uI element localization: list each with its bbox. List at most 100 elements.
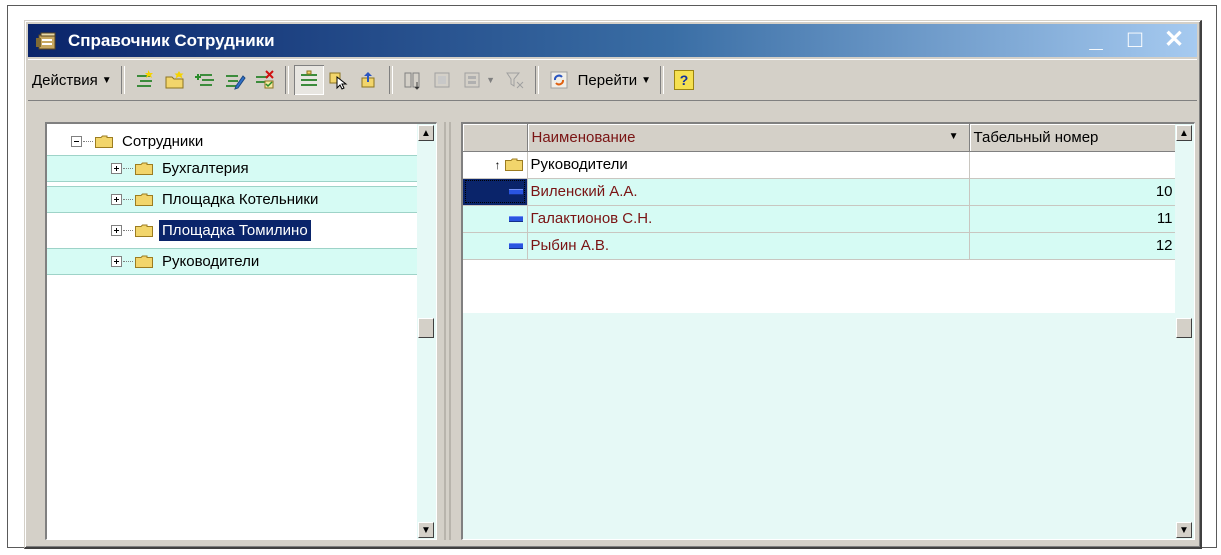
catalog-window: Справочник Сотрудники _ □ ✕ Действия ▼ ▼…	[24, 20, 1202, 549]
tree-item-kotelniki[interactable]: Площадка Котельники	[47, 186, 417, 213]
group-icon-cell: ↑	[463, 151, 528, 179]
tree-item-label: Руководители	[162, 253, 260, 270]
group-name-cell: Руководители	[527, 151, 970, 179]
filter-value-icon	[434, 72, 450, 88]
tree-connector	[123, 199, 133, 200]
table-row[interactable]: Рыбин А.В. 12	[463, 232, 1177, 260]
add-group-button[interactable]	[160, 65, 190, 95]
maximize-button[interactable]: □	[1118, 26, 1152, 54]
number-cell: 12	[969, 232, 1177, 260]
table-row-group[interactable]: ↑ Руководители	[463, 151, 1177, 179]
tree-connector	[123, 168, 133, 169]
dropdown-arrow-icon: ▼	[486, 75, 496, 85]
number-column-header[interactable]: Табельный номер	[969, 124, 1177, 152]
refresh-button[interactable]	[544, 65, 574, 95]
copy-item-icon	[194, 74, 214, 86]
level-up-icon	[361, 72, 375, 88]
filter-button[interactable]	[398, 65, 428, 95]
expand-icon[interactable]	[111, 225, 122, 236]
window-title: Справочник Сотрудники	[68, 30, 275, 50]
refresh-icon	[550, 71, 568, 89]
scroll-thumb[interactable]	[418, 318, 434, 338]
number-cell: 11	[969, 205, 1177, 233]
tree-scrollbar[interactable]: ▲ ▼	[417, 124, 436, 539]
close-button[interactable]: ✕	[1157, 26, 1191, 54]
help-icon: ?	[673, 70, 694, 90]
name-column-header[interactable]: Наименование ▼	[527, 124, 970, 152]
dropdown-arrow-icon: ▼	[101, 74, 112, 86]
tree-item-rukovoditeli[interactable]: Руководители	[47, 248, 417, 275]
toolbar-separator	[388, 66, 393, 94]
groups-tree-panel[interactable]: Сотрудники Бухгалтерия Площадка Котельни…	[45, 122, 437, 540]
level-up-button[interactable]	[354, 65, 384, 95]
collapse-icon[interactable]	[71, 136, 82, 147]
item-icon-cell	[463, 232, 528, 260]
select-cursor-icon	[329, 72, 348, 90]
expand-icon[interactable]	[111, 256, 122, 267]
scroll-thumb[interactable]	[1176, 318, 1192, 338]
folder-icon	[504, 158, 523, 171]
help-button[interactable]: ?	[669, 65, 699, 95]
employees-table[interactable]: Наименование ▼ Табельный номер ↑ Руковод…	[463, 124, 1177, 260]
item-icon-cell	[463, 178, 528, 206]
add-item-button[interactable]	[130, 65, 160, 95]
toolbar-separator	[284, 66, 289, 94]
select-button[interactable]	[324, 65, 354, 95]
group-number-cell	[969, 151, 1177, 179]
panel-splitter[interactable]	[441, 122, 455, 540]
actions-menu-label: Действия	[32, 71, 98, 89]
employees-table-panel[interactable]: Наименование ▼ Табельный номер ↑ Руковод…	[461, 122, 1195, 540]
table-row[interactable]: Виленский А.А. 10	[463, 178, 1177, 206]
add-folder-icon	[165, 71, 184, 89]
expand-icon[interactable]	[111, 163, 122, 174]
title-bar[interactable]: Справочник Сотрудники _ □ ✕	[28, 24, 1197, 57]
folder-icon	[135, 162, 153, 175]
goto-menu-button[interactable]: Перейти ▼	[574, 72, 655, 89]
name-cell: Галактионов С.Н.	[527, 205, 970, 233]
hierarchy-icon	[300, 70, 317, 86]
icon-column-header[interactable]	[463, 124, 528, 152]
clear-filter-button[interactable]	[500, 65, 530, 95]
splitter-line	[449, 122, 451, 540]
table-header-row: Наименование ▼ Табельный номер	[463, 124, 1177, 152]
tree-item-label-selected: Площадка Томилино	[159, 220, 311, 241]
item-icon	[508, 189, 523, 196]
edit-item-icon	[225, 75, 246, 90]
actions-menu-button[interactable]: Действия ▼	[28, 72, 116, 89]
dropdown-arrow-icon: ▼	[641, 74, 651, 86]
expand-icon[interactable]	[111, 194, 122, 205]
scroll-down-button[interactable]: ▼	[1176, 522, 1192, 538]
tree-connector	[123, 261, 133, 262]
tree-root-label: Сотрудники	[122, 133, 204, 150]
filter-history-button[interactable]: ▼	[458, 65, 500, 95]
level-up-arrow-icon: ↑	[494, 157, 501, 172]
folder-icon	[135, 255, 153, 268]
table-row[interactable]: Галактионов С.Н. 11	[463, 205, 1177, 233]
copy-item-button[interactable]	[190, 65, 220, 95]
toolbar-separator	[534, 66, 539, 94]
mark-delete-button[interactable]	[250, 65, 280, 95]
clear-filter-icon	[505, 72, 523, 89]
edit-item-button[interactable]	[220, 65, 250, 95]
filter-history-icon	[464, 72, 480, 88]
filter-by-value-button[interactable]	[428, 65, 458, 95]
splitter-line	[444, 122, 446, 540]
name-column-label: Наименование	[531, 128, 636, 146]
goto-menu-label: Перейти	[577, 71, 638, 89]
toolbar-separator	[120, 66, 125, 94]
tree-root-row[interactable]: Сотрудники	[47, 128, 417, 155]
number-cell: 10	[969, 178, 1177, 206]
scroll-down-button[interactable]: ▼	[418, 522, 434, 538]
tree-item-tomilino[interactable]: Площадка Томилино	[47, 217, 417, 244]
minimize-button[interactable]: _	[1079, 26, 1113, 54]
hierarchy-view-button[interactable]	[293, 65, 324, 95]
item-icon	[508, 243, 523, 250]
tree-item-buhgalteria[interactable]: Бухгалтерия	[47, 155, 417, 182]
tree-connector	[123, 230, 133, 231]
scroll-up-button[interactable]: ▲	[418, 125, 434, 141]
catalog-icon	[36, 30, 60, 52]
tree-item-label: Бухгалтерия	[162, 160, 249, 177]
table-empty-area[interactable]	[463, 313, 1175, 539]
scroll-up-button[interactable]: ▲	[1176, 125, 1192, 141]
table-scrollbar[interactable]: ▲ ▼	[1175, 124, 1194, 539]
